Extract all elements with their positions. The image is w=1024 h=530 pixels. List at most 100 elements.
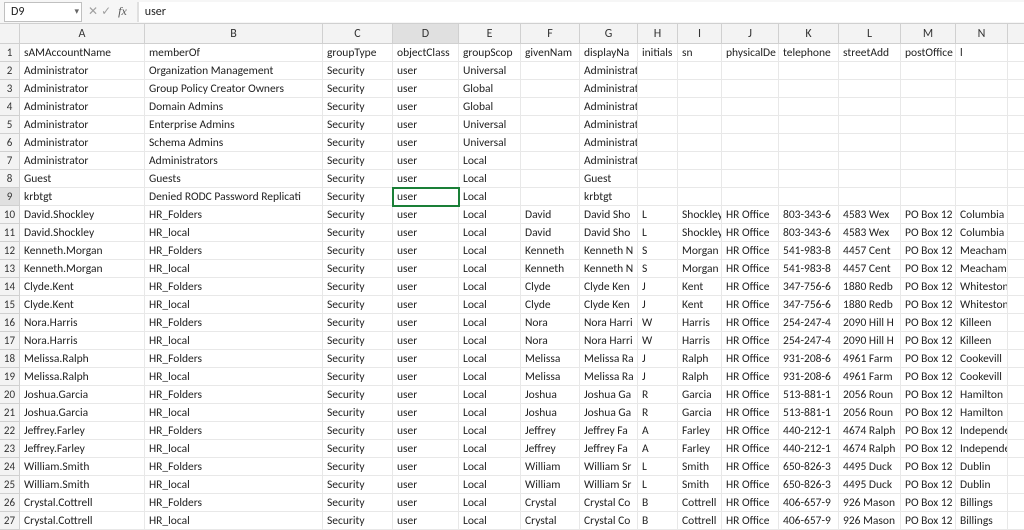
cell[interactable]: Dublin xyxy=(956,458,1008,476)
cell[interactable] xyxy=(521,116,580,134)
cell[interactable]: displayNa xyxy=(580,44,638,62)
cell[interactable]: Security xyxy=(323,512,393,530)
cell[interactable]: 4961 Farm xyxy=(839,350,901,368)
cell[interactable]: Clyde.Kent xyxy=(20,278,145,296)
cell[interactable]: Local xyxy=(459,350,521,368)
cell[interactable]: user xyxy=(393,440,459,458)
cell[interactable]: Administrator xyxy=(580,80,638,98)
cell[interactable]: Security xyxy=(323,98,393,116)
cell[interactable]: Local xyxy=(459,278,521,296)
cell[interactable]: 440-212-1 xyxy=(779,440,839,458)
cell[interactable]: Kenneth xyxy=(521,242,580,260)
cell[interactable]: Kenneth.Morgan xyxy=(20,260,145,278)
cell[interactable] xyxy=(521,80,580,98)
cell[interactable] xyxy=(779,170,839,188)
cell[interactable] xyxy=(1008,80,1024,98)
cell[interactable] xyxy=(956,98,1008,116)
row-header[interactable]: 5 xyxy=(0,116,20,134)
cell[interactable]: l xyxy=(956,44,1008,62)
cell[interactable]: user xyxy=(393,98,459,116)
cell[interactable] xyxy=(722,152,779,170)
cell[interactable]: user xyxy=(393,404,459,422)
cell[interactable]: HR Office xyxy=(722,458,779,476)
row-header[interactable]: 3 xyxy=(0,80,20,98)
row-header[interactable]: 22 xyxy=(0,422,20,440)
cell[interactable]: William Sr xyxy=(580,476,638,494)
cell[interactable]: sAMAccountName xyxy=(20,44,145,62)
fx-icon[interactable]: fx xyxy=(114,4,131,19)
cell[interactable]: HR Office xyxy=(722,350,779,368)
cell[interactable]: HR_local xyxy=(145,260,323,278)
row-header[interactable]: 18 xyxy=(0,350,20,368)
cell[interactable]: Melissa Ra xyxy=(580,350,638,368)
cell[interactable]: Ralph xyxy=(678,368,722,386)
cell[interactable]: HR_local xyxy=(145,476,323,494)
cell[interactable]: user xyxy=(393,260,459,278)
cell[interactable] xyxy=(839,134,901,152)
cell[interactable]: Administrator xyxy=(20,134,145,152)
row-header[interactable]: 19 xyxy=(0,368,20,386)
cell[interactable]: Local xyxy=(459,242,521,260)
cell[interactable]: Jeffrey.Farley xyxy=(20,422,145,440)
cell[interactable]: Security xyxy=(323,242,393,260)
cell[interactable]: Administrator xyxy=(580,116,638,134)
cell[interactable]: HR Office xyxy=(722,206,779,224)
cell[interactable]: L xyxy=(638,206,678,224)
cell[interactable]: Administrators xyxy=(145,152,323,170)
cell[interactable]: Administrator xyxy=(20,152,145,170)
cell[interactable] xyxy=(1008,386,1024,404)
cell[interactable]: Nora Harri xyxy=(580,332,638,350)
cell[interactable]: Crystal Co xyxy=(580,494,638,512)
row-header[interactable]: 15 xyxy=(0,296,20,314)
cell[interactable]: A xyxy=(638,440,678,458)
column-header[interactable]: J xyxy=(722,24,779,44)
cell[interactable]: 4457 Cent xyxy=(839,260,901,278)
cell[interactable]: Clyde Ken xyxy=(580,296,638,314)
cell[interactable]: user xyxy=(393,62,459,80)
cell[interactable] xyxy=(779,116,839,134)
row-header[interactable]: 7 xyxy=(0,152,20,170)
cell[interactable] xyxy=(638,98,678,116)
cell[interactable]: 803-343-6 xyxy=(779,206,839,224)
row-header[interactable]: 23 xyxy=(0,440,20,458)
cell[interactable]: Garcia xyxy=(678,404,722,422)
cell[interactable]: Columbia xyxy=(956,206,1008,224)
cell[interactable]: Enterprise Admins xyxy=(145,116,323,134)
cell[interactable]: R xyxy=(638,386,678,404)
cell[interactable] xyxy=(839,188,901,206)
cell[interactable]: HR_Folders xyxy=(145,278,323,296)
cell[interactable]: David xyxy=(521,206,580,224)
cell[interactable] xyxy=(779,80,839,98)
cell[interactable] xyxy=(779,188,839,206)
cell[interactable]: user xyxy=(393,332,459,350)
cell[interactable]: 406-657-9 xyxy=(779,494,839,512)
row-header[interactable]: 26 xyxy=(0,494,20,512)
cell[interactable]: PO Box 12 xyxy=(901,458,956,476)
cell[interactable] xyxy=(956,116,1008,134)
cell[interactable]: 4495 Duck xyxy=(839,458,901,476)
cell[interactable] xyxy=(722,170,779,188)
cell[interactable] xyxy=(678,62,722,80)
cell[interactable]: HR_Folders xyxy=(145,314,323,332)
cell[interactable]: Kenneth N xyxy=(580,242,638,260)
cell[interactable]: initials xyxy=(638,44,678,62)
cell[interactable]: Security xyxy=(323,170,393,188)
cell[interactable]: user xyxy=(393,224,459,242)
cell[interactable]: PO Box 12 xyxy=(901,440,956,458)
cell[interactable]: Local xyxy=(459,512,521,530)
cell[interactable]: B xyxy=(638,494,678,512)
cell[interactable]: Security xyxy=(323,278,393,296)
cell[interactable]: 4583 Wex xyxy=(839,224,901,242)
cell[interactable] xyxy=(901,80,956,98)
cell[interactable] xyxy=(678,134,722,152)
column-header[interactable] xyxy=(1008,24,1024,44)
cell[interactable]: HR_local xyxy=(145,440,323,458)
cell[interactable]: Ralph xyxy=(678,350,722,368)
cell[interactable] xyxy=(1008,476,1024,494)
cell[interactable] xyxy=(901,152,956,170)
cell[interactable]: Local xyxy=(459,260,521,278)
cell[interactable]: Local xyxy=(459,440,521,458)
cell[interactable]: HR_Folders xyxy=(145,242,323,260)
cell[interactable]: user xyxy=(393,422,459,440)
cell[interactable]: HR Office xyxy=(722,422,779,440)
